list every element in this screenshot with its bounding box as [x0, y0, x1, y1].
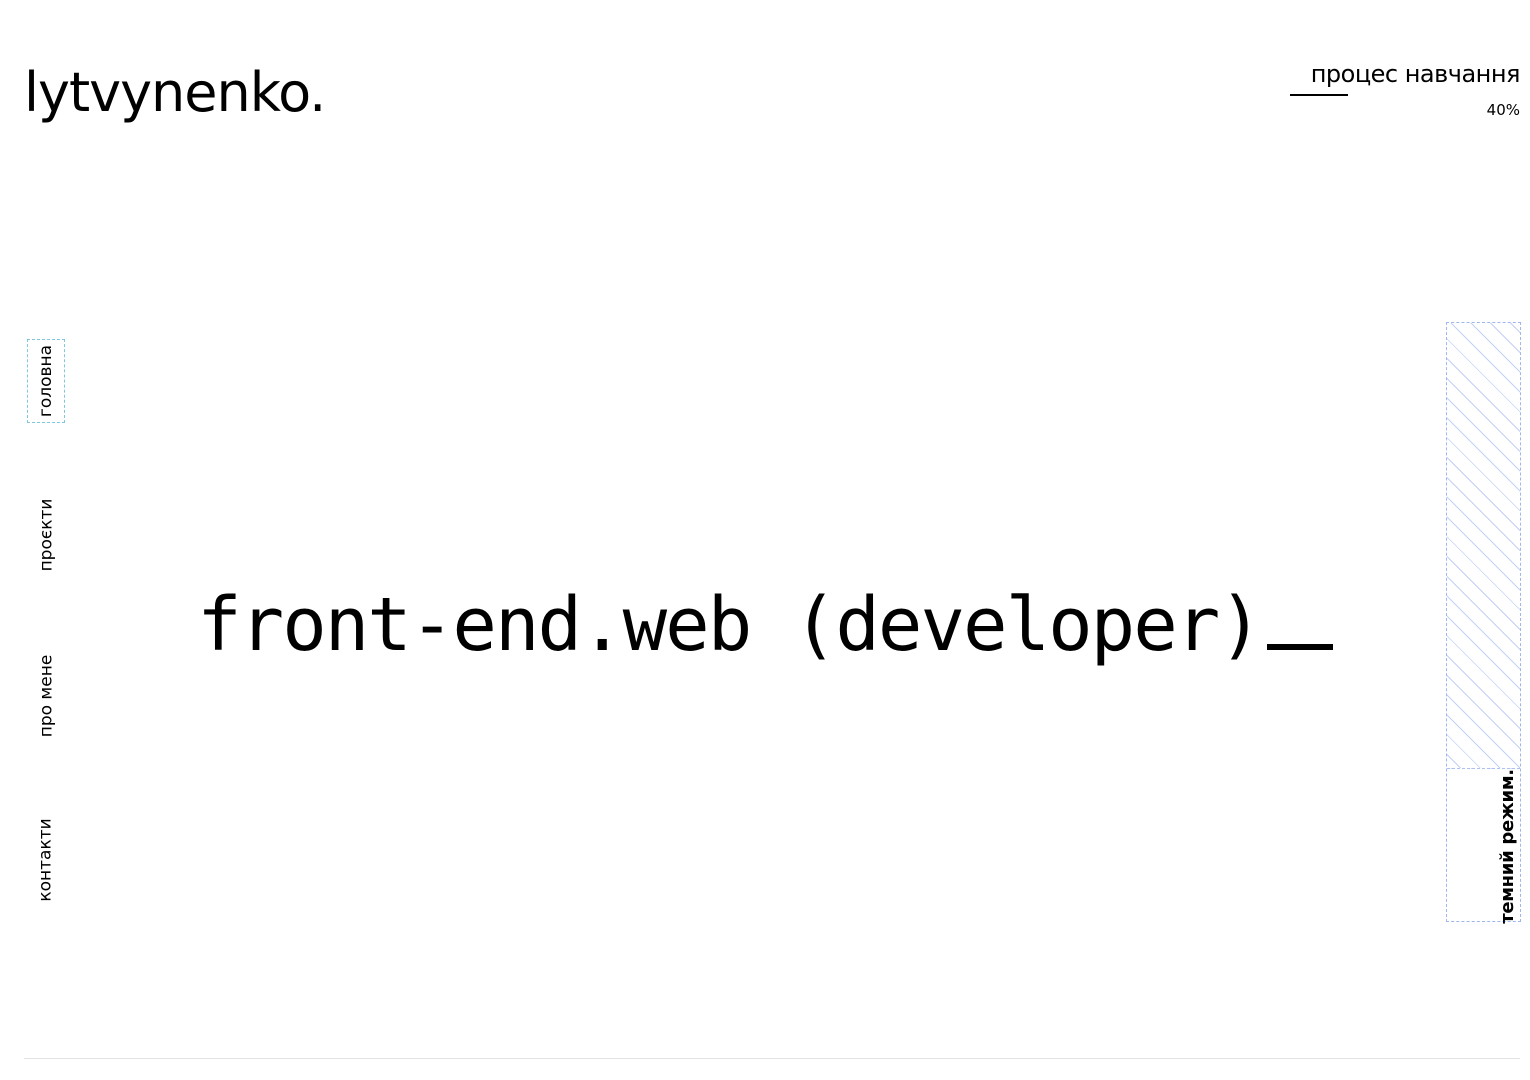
toggle-hatch-pattern — [1447, 323, 1520, 769]
footer-divider — [24, 1058, 1520, 1059]
hero-text: front-end.web (developer) — [197, 582, 1263, 668]
dark-mode-label-wrap: темний режим. — [1494, 768, 1520, 924]
nav-item-projects[interactable]: проєкти — [28, 492, 64, 578]
dark-mode-label: темний режим. — [1496, 768, 1518, 924]
nav-item-label: контакти — [36, 818, 57, 902]
page: lytvynenko. процес навчання 40% головна … — [0, 0, 1530, 1080]
progress-bar — [1290, 94, 1520, 96]
progress-percent: 40% — [1486, 101, 1520, 119]
progress-title: процес навчання — [1310, 60, 1521, 88]
nav-item-label: головна — [36, 344, 56, 418]
dark-mode-toggle[interactable]: темний режим. — [1446, 322, 1521, 924]
nav-item-home[interactable]: головна — [27, 339, 65, 423]
nav-item-label: проєкти — [36, 498, 57, 572]
progress-bar-fill — [1290, 94, 1348, 96]
logo[interactable]: lytvynenko. — [24, 58, 326, 128]
typing-cursor — [1266, 644, 1333, 650]
learning-progress: процес навчання 40% — [1280, 58, 1521, 120]
hero-headline: front-end.web (developer) — [0, 575, 1530, 675]
nav-item-contacts[interactable]: контакти — [28, 812, 64, 908]
